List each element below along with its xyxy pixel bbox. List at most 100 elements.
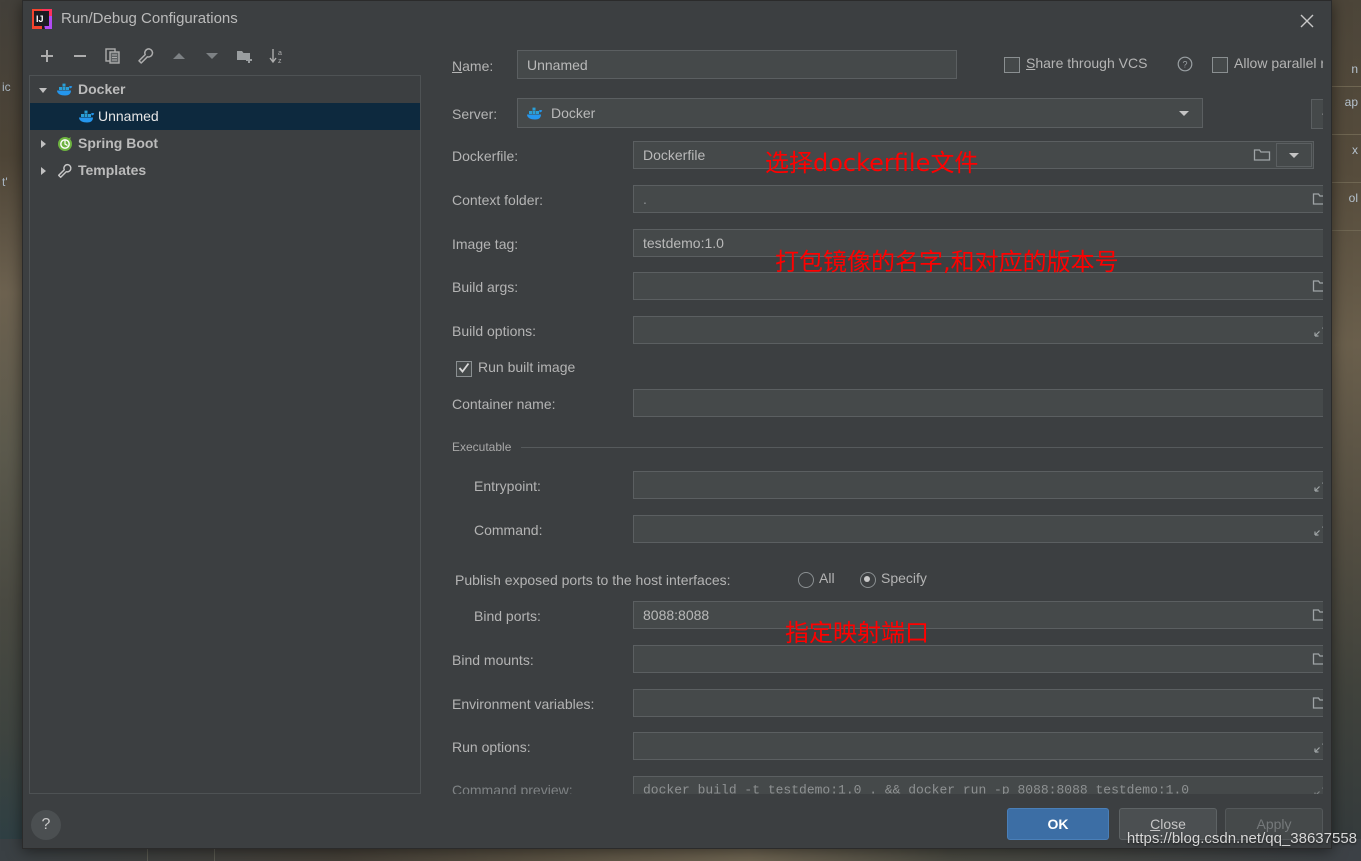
context-folder-input-value: . bbox=[643, 191, 647, 207]
background-left-text-0: ic bbox=[2, 80, 11, 94]
build-options-input[interactable] bbox=[633, 316, 1323, 344]
folder-icon[interactable] bbox=[1304, 274, 1323, 298]
edit-templates-button[interactable] bbox=[131, 41, 161, 71]
remove-configuration-button[interactable] bbox=[65, 41, 95, 71]
question-circle-icon[interactable]: ? bbox=[1177, 56, 1193, 77]
name-label: Name: bbox=[452, 58, 493, 74]
bind-ports-label: Bind ports: bbox=[474, 608, 541, 624]
folder-icon[interactable] bbox=[1304, 691, 1323, 715]
expand-icon[interactable] bbox=[1304, 473, 1323, 497]
build-options-label: Build options: bbox=[452, 323, 537, 339]
background-right-text-0: n bbox=[1351, 62, 1358, 76]
expand-icon[interactable] bbox=[1304, 517, 1323, 541]
svg-text:z: z bbox=[278, 58, 282, 65]
tree-node-label: Unnamed bbox=[98, 108, 159, 124]
background-left-text-1: t' bbox=[2, 175, 8, 189]
name-label-mnemonic: N bbox=[452, 58, 463, 74]
expand-collapse-icon[interactable] bbox=[36, 76, 50, 103]
new-folder-button[interactable] bbox=[230, 41, 260, 71]
folder-icon[interactable] bbox=[1304, 603, 1323, 627]
environment-variables-label: Environment variables: bbox=[452, 696, 595, 712]
run-options-label: Run options: bbox=[452, 739, 531, 755]
sort-configurations-button[interactable]: a z bbox=[263, 41, 293, 71]
configurations-toolbar: a z bbox=[29, 41, 421, 71]
docker-icon bbox=[56, 76, 74, 103]
share-vcs-rest: hare through VCS bbox=[1035, 55, 1148, 71]
expand-collapse-icon[interactable] bbox=[36, 157, 50, 184]
build-args-label: Build args: bbox=[452, 279, 519, 295]
server-label: Server: bbox=[452, 106, 498, 122]
bind-ports-input-value: 8088:8088 bbox=[643, 607, 710, 623]
run-built-image-label: Run built image bbox=[478, 359, 576, 375]
share-through-vcs-label: Share through VCS bbox=[1026, 55, 1148, 71]
context-folder-label: Context folder: bbox=[452, 192, 544, 208]
folder-icon[interactable] bbox=[1247, 143, 1277, 167]
folder-icon[interactable] bbox=[1304, 647, 1323, 671]
svg-text:?: ? bbox=[1182, 60, 1187, 70]
background-right-divider bbox=[1330, 230, 1361, 231]
help-label: ? bbox=[41, 816, 51, 833]
docker-icon bbox=[78, 103, 96, 130]
watermark-text: https://blog.csdn.net/qq_38637558 bbox=[1126, 830, 1357, 847]
command-preview-label: Command preview: bbox=[452, 782, 573, 794]
command-preview-field[interactable]: docker build -t testdemo:1.0 . && docker… bbox=[633, 776, 1323, 794]
checkmark-icon bbox=[457, 361, 471, 380]
annotation-select-dockerfile: 选择dockerfile文件 bbox=[765, 149, 979, 177]
close-icon[interactable] bbox=[1285, 1, 1331, 39]
tree-node-templates[interactable]: Templates bbox=[30, 157, 420, 184]
background-left-window bbox=[0, 0, 22, 861]
run-debug-configurations-dialog: IJ Run/Debug Configurations a z Docker U… bbox=[22, 0, 1332, 849]
entrypoint-input[interactable] bbox=[633, 471, 1323, 499]
name-input[interactable]: Unnamed bbox=[517, 50, 957, 79]
allow-parallel-run-label: Allow parallel run bbox=[1234, 55, 1323, 71]
help-button[interactable]: ? bbox=[31, 810, 61, 840]
expand-icon[interactable] bbox=[1304, 318, 1323, 342]
server-combobox-value: Docker bbox=[551, 105, 596, 121]
publish-ports-label: Publish exposed ports to the host interf… bbox=[455, 572, 731, 588]
image-tag-input-value: testdemo:1.0 bbox=[643, 235, 724, 251]
configurations-tree[interactable]: Docker Unnamed Spring Boot Templates bbox=[29, 75, 421, 794]
checkbox-box bbox=[1212, 57, 1228, 73]
command-input[interactable] bbox=[633, 515, 1323, 543]
background-right-divider bbox=[1330, 182, 1361, 183]
bind-ports-input[interactable]: 8088:8088 bbox=[633, 601, 1323, 629]
tree-node-unnamed[interactable]: Unnamed bbox=[30, 103, 420, 130]
background-right-text-2: x bbox=[1352, 143, 1358, 157]
add-configuration-button[interactable] bbox=[32, 41, 62, 71]
expand-collapse-icon[interactable] bbox=[36, 130, 50, 157]
command-label: Command: bbox=[474, 522, 543, 538]
environment-variables-input[interactable] bbox=[633, 689, 1323, 717]
dialog-titlebar: IJ Run/Debug Configurations bbox=[23, 1, 1331, 39]
annotation-bind-ports: 指定映射端口 bbox=[785, 619, 929, 647]
container-name-input[interactable] bbox=[633, 389, 1323, 417]
expand-icon[interactable] bbox=[1304, 778, 1323, 794]
radio-all-label: All bbox=[819, 570, 835, 586]
bind-mounts-input[interactable] bbox=[633, 645, 1323, 673]
move-down-button[interactable] bbox=[197, 41, 227, 71]
server-combobox[interactable]: Docker bbox=[517, 98, 1203, 128]
name-label-rest: ame: bbox=[462, 58, 494, 74]
chevron-down-icon[interactable] bbox=[1167, 100, 1201, 126]
move-up-button[interactable] bbox=[164, 41, 194, 71]
docker-icon bbox=[526, 105, 544, 128]
background-right-window bbox=[1330, 0, 1361, 861]
svg-text:IJ: IJ bbox=[36, 14, 44, 24]
dockerfile-label: Dockerfile: bbox=[452, 148, 519, 164]
dockerfile-dropdown-icon[interactable] bbox=[1276, 143, 1312, 167]
intellij-idea-icon: IJ bbox=[31, 8, 53, 30]
executable-group-divider bbox=[521, 447, 1323, 448]
expand-icon[interactable] bbox=[1304, 734, 1323, 758]
run-options-input[interactable] bbox=[633, 732, 1323, 760]
tree-node-label: Templates bbox=[78, 162, 147, 178]
tree-node-spring-boot[interactable]: Spring Boot bbox=[30, 130, 420, 157]
copy-configuration-button[interactable] bbox=[98, 41, 128, 71]
folder-icon[interactable] bbox=[1304, 187, 1323, 211]
annotation-image-name-version: 打包镜像的名字,和对应的版本号 bbox=[775, 248, 1119, 276]
background-right-divider bbox=[1330, 86, 1361, 87]
context-folder-input[interactable]: . bbox=[633, 185, 1323, 213]
image-tag-label: Image tag: bbox=[452, 236, 519, 252]
tree-node-docker[interactable]: Docker bbox=[30, 76, 420, 103]
server-browse-button[interactable]: ... bbox=[1311, 99, 1323, 129]
ok-button[interactable]: OK bbox=[1007, 808, 1109, 840]
container-name-label: Container name: bbox=[452, 396, 556, 412]
